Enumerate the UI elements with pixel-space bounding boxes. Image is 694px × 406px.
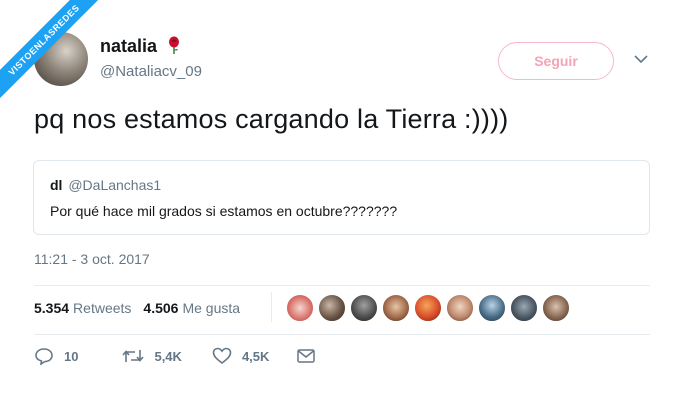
divider-top <box>34 285 650 286</box>
liker-avatar[interactable] <box>382 294 410 322</box>
rose-icon <box>169 36 180 54</box>
tweet-actions: 10 5,4K 4,5K <box>34 347 351 365</box>
like-count: 4,5K <box>241 348 270 364</box>
quoted-tweet[interactable]: dl @DaLanchas1 Por qué hace mil grados s… <box>33 160 650 235</box>
divider-bottom <box>34 334 650 335</box>
stats-separator <box>271 292 272 322</box>
retweet-icon <box>122 350 145 362</box>
chevron-down-icon[interactable] <box>634 54 648 64</box>
quoted-header: dl @DaLanchas1 <box>50 177 633 193</box>
author-handle[interactable]: @Nataliacv_09 <box>100 63 202 80</box>
retweet-count: 5,4K <box>154 348 182 364</box>
liker-avatar[interactable] <box>414 294 442 322</box>
watermark-ribbon: VISTOENLASREDES <box>0 0 110 110</box>
liker-avatar[interactable] <box>350 294 378 322</box>
tweet-header: natalia @Nataliacv_09 Seguir <box>34 32 654 92</box>
liker-avatar[interactable] <box>542 294 570 322</box>
retweet-button[interactable]: 5,4K <box>122 348 182 364</box>
retweets-count[interactable]: 5.354 <box>34 300 69 316</box>
engagement-stats: 5.354 Retweets 4.506 Me gusta <box>34 300 252 316</box>
quoted-name: dl <box>50 177 63 193</box>
direct-message-button[interactable] <box>297 349 325 363</box>
likes-count[interactable]: 4.506 <box>143 300 178 316</box>
likers-avatars <box>286 294 574 322</box>
liker-avatar[interactable] <box>318 294 346 322</box>
like-button[interactable]: 4,5K <box>212 347 269 365</box>
watermark-text: VISTOENLASREDES <box>0 0 110 110</box>
reply-count: 10 <box>64 348 79 364</box>
author-block: natalia @Nataliacv_09 <box>100 36 202 80</box>
reply-icon <box>35 348 53 365</box>
follow-button[interactable]: Seguir <box>498 42 614 80</box>
heart-icon <box>212 347 232 365</box>
liker-avatar[interactable] <box>510 294 538 322</box>
reply-button[interactable]: 10 <box>34 347 78 365</box>
envelope-icon <box>297 349 316 363</box>
liker-avatar[interactable] <box>446 294 474 322</box>
retweets-label[interactable]: Retweets <box>73 300 131 316</box>
liker-avatar[interactable] <box>478 294 506 322</box>
likes-label[interactable]: Me gusta <box>182 300 240 316</box>
quoted-text: Por qué hace mil grados si estamos en oc… <box>50 203 398 219</box>
quoted-handle: @DaLanchas1 <box>68 177 162 193</box>
liker-avatar[interactable] <box>286 294 314 322</box>
tweet-timestamp[interactable]: 11:21 - 3 oct. 2017 <box>34 251 150 267</box>
